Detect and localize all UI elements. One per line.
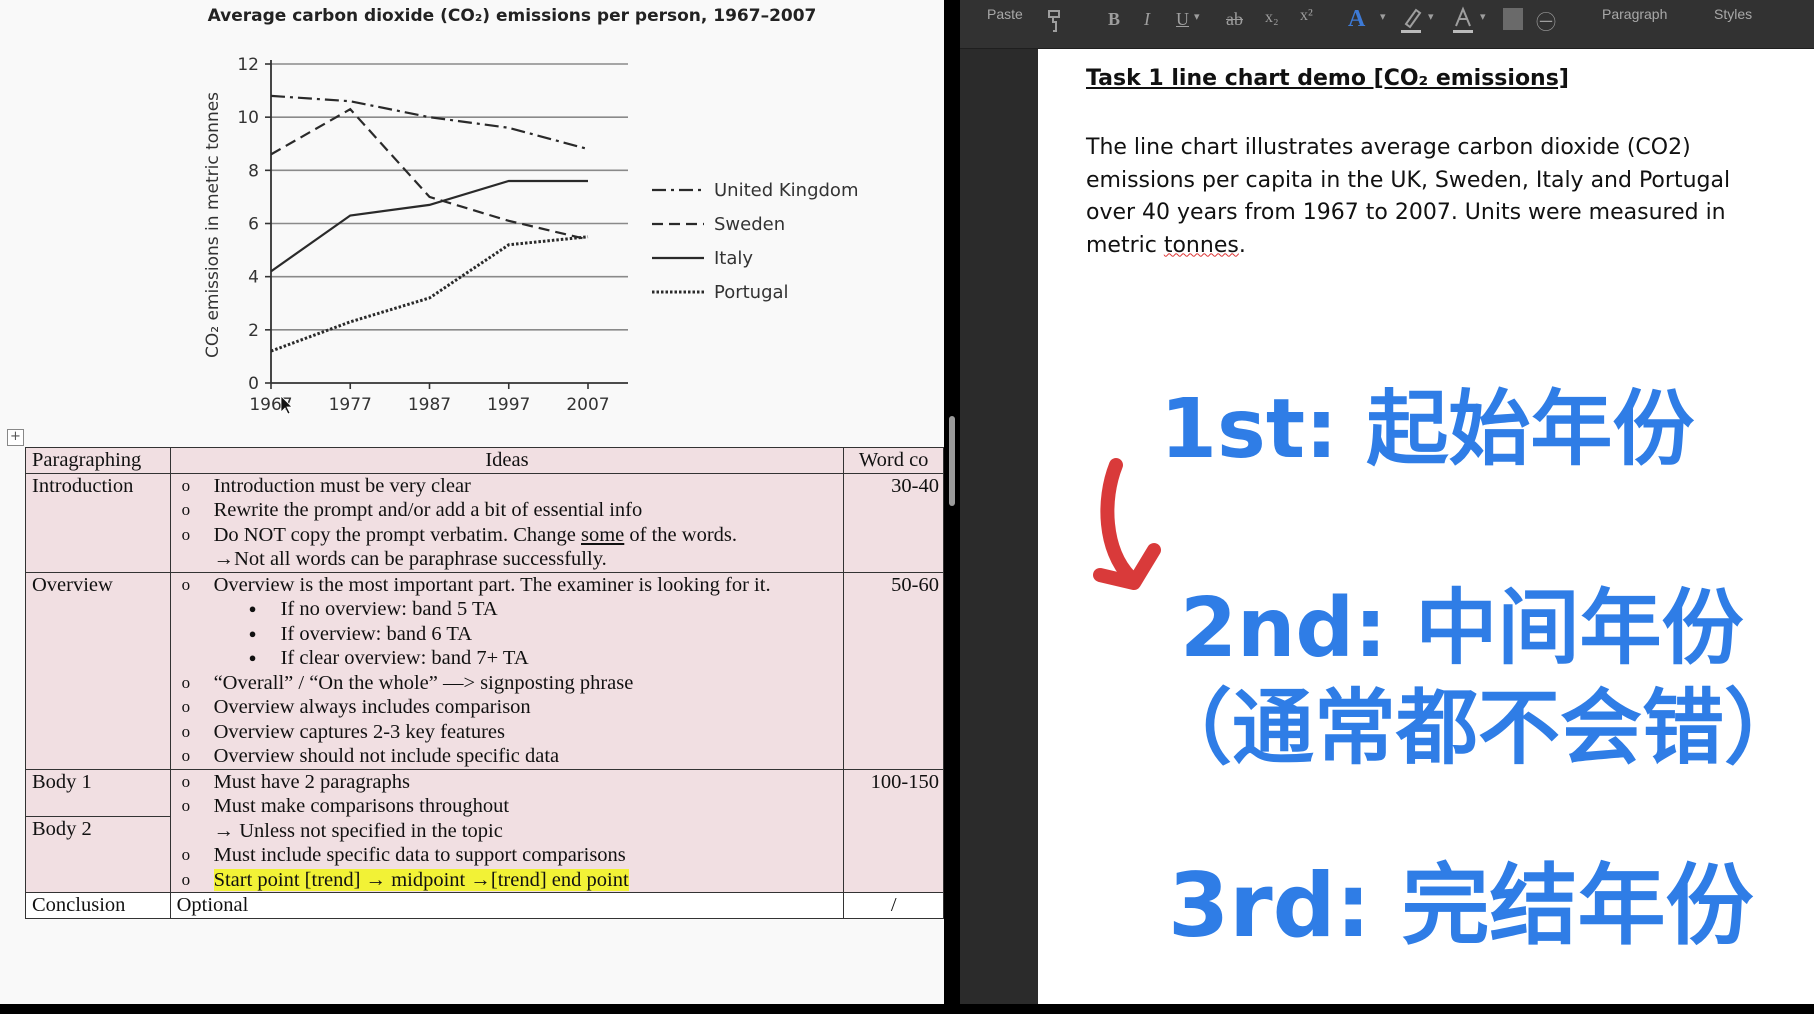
legend-label: Portugal <box>714 282 789 303</box>
document-paragraph: The line chart illustrates average carbo… <box>1086 135 1731 258</box>
y-tick-label: 10 <box>237 108 259 128</box>
list-item: Must include specific data to support co… <box>177 843 838 868</box>
table-row-introduction: Introduction Introduction must be very c… <box>25 472 944 573</box>
table-row-conclusion: Conclusion Optional / <box>25 892 944 919</box>
highlight-color-icon[interactable] <box>1398 6 1424 39</box>
styles-group-button[interactable]: Styles <box>1714 6 1752 22</box>
writing-plan-table: Paragraphing Ideas Word co Introduction … <box>25 447 944 919</box>
list-item: Rewrite the prompt and/or add a bit of e… <box>177 498 838 523</box>
list-item: If overview: band 6 TA <box>177 622 838 647</box>
list-item: If clear overview: band 7+ TA <box>177 646 838 671</box>
y-tick-label: 12 <box>237 55 259 75</box>
y-tick-label: 6 <box>248 215 259 235</box>
body-2-label: Body 2 <box>25 815 171 893</box>
spellcheck-flagged-word[interactable]: tonnes <box>1164 233 1239 258</box>
header-word-count: Word co <box>843 447 944 474</box>
text-effects-button[interactable]: A <box>1348 6 1365 33</box>
list-item: Overview should not include specific dat… <box>177 744 838 769</box>
series-line-portugal <box>270 235 589 353</box>
series-line-united-kingdom <box>270 94 589 151</box>
bold-button[interactable]: B <box>1108 9 1120 30</box>
font-color-dropdown-chevron-icon[interactable]: ▾ <box>1480 10 1486 23</box>
list-item: Introduction must be very clear <box>177 474 838 499</box>
introduction-label: Introduction <box>25 472 171 573</box>
legend-label: Sweden <box>714 214 785 235</box>
character-shading-icon[interactable] <box>1503 8 1523 30</box>
body-ideas: Must have 2 paragraphs Must make compari… <box>169 768 845 893</box>
list-item: Overview captures 2-3 key features <box>177 720 838 745</box>
underline-dropdown-chevron-icon[interactable]: ▾ <box>1194 10 1200 23</box>
format-painter-icon[interactable] <box>1045 8 1067 39</box>
y-tick-label: 0 <box>248 374 259 394</box>
overlay-step-1: 1st: 起始年份 <box>1158 381 1695 479</box>
y-tick-label: 2 <box>248 321 259 341</box>
red-arrow-icon <box>1093 458 1161 590</box>
font-color-icon[interactable] <box>1450 6 1476 39</box>
x-tick-label: 1997 <box>487 395 530 415</box>
series-line-italy <box>270 179 588 273</box>
x-tick-label: 2007 <box>566 395 609 415</box>
body-word-count: 100-150 <box>843 768 944 893</box>
line-chart: 0246810121967 1977 1987 1997 2007CO₂ emissio… <box>203 55 858 415</box>
overlay-step-3: 3rd: 完结年份 <box>1166 853 1754 959</box>
body-1-label: Body 1 <box>25 768 171 817</box>
introduction-word-count: 30-40 <box>843 472 944 573</box>
list-item: If no overview: band 5 TA <box>177 597 838 622</box>
text-effects-dropdown-chevron-icon[interactable]: ▾ <box>1380 10 1386 23</box>
bottom-bar <box>0 1004 1814 1014</box>
list-item: → Unless not specified in the topic <box>213 819 503 842</box>
legend-label: United Kingdom <box>714 180 858 201</box>
list-item: Must have 2 paragraphs <box>177 770 838 795</box>
introduction-ideas: Introduction must be very clear Rewrite … <box>169 472 845 573</box>
list-item: →Not all words can be paraphrase success… <box>213 548 607 570</box>
strikethrough-button[interactable]: ab <box>1226 9 1243 30</box>
paste-button[interactable]: Paste <box>987 6 1023 22</box>
overview-word-count: 50-60 <box>843 571 944 770</box>
underline-button[interactable]: U <box>1176 9 1189 30</box>
overview-label: Overview <box>25 571 171 770</box>
overview-ideas: Overview is the most important part. The… <box>169 571 845 770</box>
highlight-dropdown-chevron-icon[interactable]: ▾ <box>1428 10 1434 23</box>
subscript-button[interactable]: x₂ <box>1265 9 1279 27</box>
list-item: “Overall” / “On the whole” —> signpostin… <box>177 671 838 696</box>
paragraph-group-button[interactable]: Paragraph <box>1602 6 1667 22</box>
list-item: Overview always includes comparison <box>177 695 838 720</box>
y-tick-label: 4 <box>248 268 259 288</box>
x-tick-label: 1987 <box>408 395 451 415</box>
highlighted-text: Start point [trend] → midpoint →[trend] … <box>213 868 629 891</box>
table-row-overview: Overview Overview is the most important … <box>25 571 944 770</box>
italic-button[interactable]: I <box>1144 9 1150 30</box>
header-ideas: Ideas <box>169 447 845 474</box>
split-divider-handle[interactable] <box>949 416 955 506</box>
left-document-pane: Average carbon dioxide (CO₂) emissions p… <box>0 0 944 1004</box>
list-item: Start point [trend] → midpoint →[trend] … <box>177 868 838 893</box>
conclusion-word-count: / <box>843 892 944 919</box>
list-item: Must make comparisons throughout <box>177 794 838 819</box>
ribbon-toolbar: Paste B I U ▾ ab x₂ x² A ▾ ▾ ▾ ㊀ Paragra… <box>960 0 1814 49</box>
overlay-step-2-note: （通常都不会错） <box>1148 680 1807 778</box>
document-title: Task 1 line chart demo [CO₂ emissions] <box>1086 66 1569 91</box>
table-header-row: Paragraphing Ideas Word co <box>25 447 944 474</box>
header-paragraphing: Paragraphing <box>25 447 171 474</box>
conclusion-ideas: Optional <box>169 892 845 919</box>
enclose-characters-icon[interactable]: ㊀ <box>1536 6 1556 35</box>
series-line-sweden <box>270 107 589 241</box>
table-move-handle-icon[interactable]: + <box>7 429 24 446</box>
x-tick-label: 1977 <box>329 395 372 415</box>
table-row-body-1: Body 1 Must have 2 paragraphs Must make … <box>25 768 944 893</box>
y-tick-label: 8 <box>248 161 259 181</box>
conclusion-label: Conclusion <box>25 892 171 919</box>
y-axis-label: CO₂ emissions in metric tonnes <box>203 92 223 358</box>
list-item: Do NOT copy the prompt verbatim. Change … <box>177 523 838 548</box>
superscript-button[interactable]: x² <box>1300 7 1313 25</box>
list-item: Overview is the most important part. The… <box>177 573 838 598</box>
legend-label: Italy <box>714 248 753 269</box>
